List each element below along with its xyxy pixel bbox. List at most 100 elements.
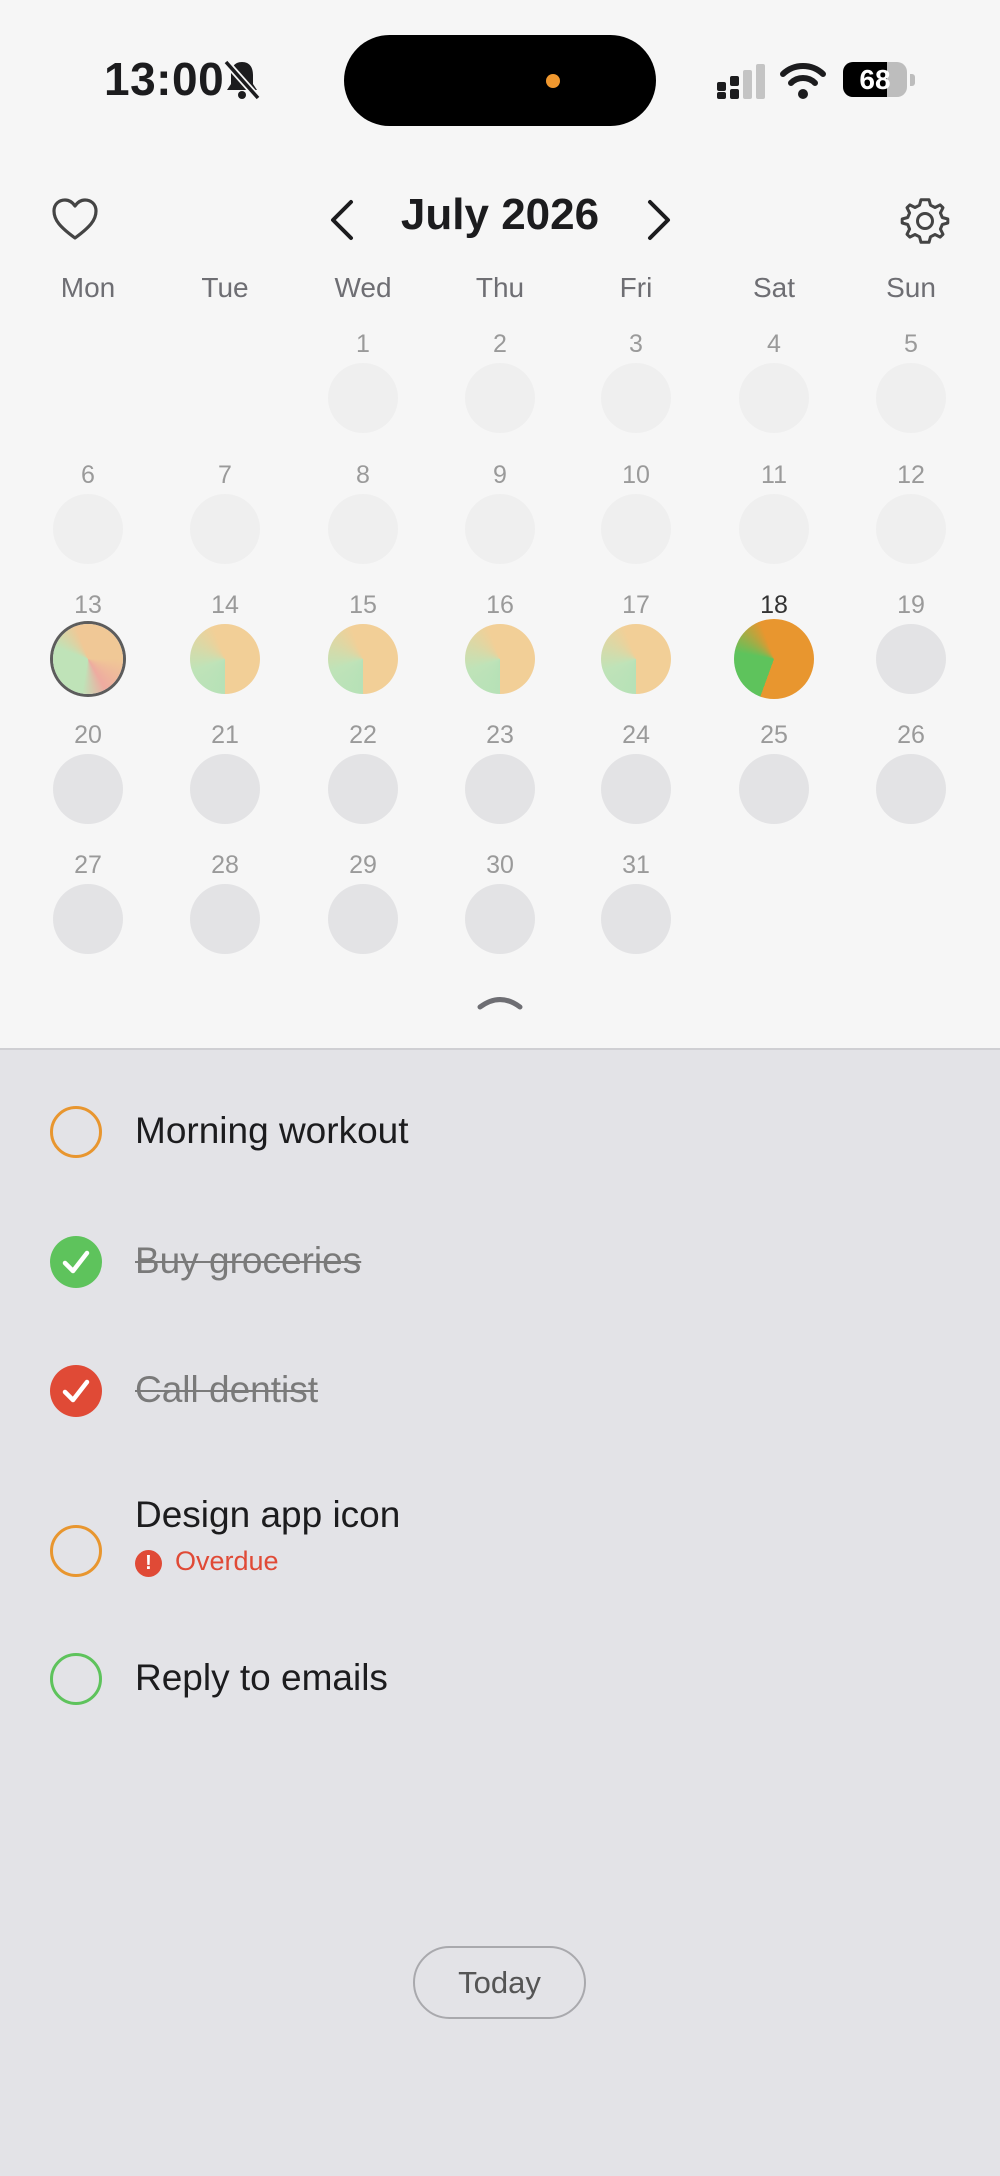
calendar-day-selected[interactable]: 18 xyxy=(724,591,824,711)
task-checkbox[interactable] xyxy=(50,1653,102,1705)
calendar-day[interactable]: 29 xyxy=(313,851,413,971)
calendar-day[interactable]: 17 xyxy=(586,591,686,711)
calendar-day[interactable]: 20 xyxy=(38,721,138,841)
calendar-day[interactable]: 10 xyxy=(586,461,686,581)
battery-percent: 68 xyxy=(859,64,891,95)
day-progress-circle xyxy=(465,624,535,694)
day-progress-circle xyxy=(601,624,671,694)
calendar-day[interactable]: 24 xyxy=(586,721,686,841)
task-item[interactable]: Buy groceries xyxy=(0,1220,1000,1320)
day-progress-circle xyxy=(601,363,671,433)
task-item[interactable]: Design app icon ! Overdue xyxy=(0,1494,1000,1620)
day-number: 17 xyxy=(622,591,650,619)
calendar-day[interactable]: 22 xyxy=(313,721,413,841)
task-checkbox[interactable] xyxy=(50,1525,102,1577)
weekday-label: Wed xyxy=(334,272,392,303)
day-number: 21 xyxy=(211,721,239,749)
checkmark-icon xyxy=(62,1250,90,1274)
task-item[interactable]: Call dentist xyxy=(0,1349,1000,1449)
calendar-day[interactable]: 28 xyxy=(175,851,275,971)
day-progress-circle xyxy=(465,754,535,824)
day-number: 8 xyxy=(356,461,370,489)
calendar-day[interactable]: 14 xyxy=(175,591,275,711)
day-progress-circle xyxy=(876,363,946,433)
weekday-label: Tue xyxy=(201,272,249,303)
day-number: 20 xyxy=(74,721,102,749)
exclamation-icon: ! xyxy=(135,1550,162,1577)
day-progress-circle xyxy=(328,754,398,824)
cellular-signal-icon xyxy=(717,64,765,99)
calendar-day[interactable]: 9 xyxy=(450,461,550,581)
calendar-day[interactable]: 21 xyxy=(175,721,275,841)
chevron-right-icon[interactable] xyxy=(642,198,676,242)
task-title: Reply to emails xyxy=(135,1657,388,1698)
day-number: 12 xyxy=(897,461,925,489)
calendar-day[interactable]: 30 xyxy=(450,851,550,971)
day-number: 14 xyxy=(211,591,239,619)
calendar-day[interactable]: 12 xyxy=(861,461,961,581)
calendar-day[interactable]: 4 xyxy=(724,330,824,450)
day-number: 7 xyxy=(218,461,232,489)
checkmark-icon xyxy=(62,1379,90,1403)
heart-icon[interactable] xyxy=(50,196,100,242)
day-number: 24 xyxy=(622,721,650,749)
day-progress-circle xyxy=(190,624,260,694)
day-progress-circle xyxy=(739,494,809,564)
calendar-day[interactable]: 31 xyxy=(586,851,686,971)
calendar-day[interactable]: 2 xyxy=(450,330,550,450)
task-title: Design app icon xyxy=(135,1494,401,1535)
day-number: 13 xyxy=(74,591,102,619)
day-progress-circle xyxy=(601,494,671,564)
calendar-day[interactable]: 19 xyxy=(861,591,961,711)
day-progress-circle xyxy=(739,363,809,433)
weekday-header: Mon Tue Wed Thu Fri Sat Sun xyxy=(0,272,1000,312)
collapse-handle-icon[interactable] xyxy=(476,990,524,1012)
today-button[interactable]: Today xyxy=(413,1946,586,2019)
status-time: 13:00 xyxy=(104,53,225,105)
day-number: 25 xyxy=(760,721,788,749)
day-number: 6 xyxy=(81,461,95,489)
calendar-day[interactable]: 15 xyxy=(313,591,413,711)
task-checkbox-checked[interactable] xyxy=(50,1236,102,1288)
day-progress-circle xyxy=(465,884,535,954)
calendar-day[interactable]: 7 xyxy=(175,461,275,581)
day-progress-circle xyxy=(876,754,946,824)
battery-indicator: 68 xyxy=(843,62,915,97)
day-number: 5 xyxy=(904,330,918,358)
day-progress-circle xyxy=(328,363,398,433)
chevron-left-icon[interactable] xyxy=(325,198,359,242)
day-progress-circle xyxy=(465,494,535,564)
calendar-day[interactable]: 6 xyxy=(38,461,138,581)
day-number: 15 xyxy=(349,591,377,619)
task-checkbox[interactable] xyxy=(50,1106,102,1158)
calendar-day[interactable]: 25 xyxy=(724,721,824,841)
calendar-day[interactable]: 5 xyxy=(861,330,961,450)
calendar-day[interactable]: 27 xyxy=(38,851,138,971)
day-progress-circle xyxy=(328,624,398,694)
calendar-day[interactable]: 3 xyxy=(586,330,686,450)
day-progress-circle xyxy=(734,619,814,699)
task-title: Morning workout xyxy=(135,1110,409,1151)
weekday-label: Fri xyxy=(619,272,653,303)
status-bar: 13:00 68 xyxy=(0,0,1000,160)
calendar-day[interactable]: 8 xyxy=(313,461,413,581)
day-progress-circle xyxy=(53,754,123,824)
weekday-label: Thu xyxy=(475,272,525,303)
calendar-day[interactable]: 26 xyxy=(861,721,961,841)
day-number: 28 xyxy=(211,851,239,879)
weekday-label: Sat xyxy=(752,272,796,303)
calendar-day[interactable]: 16 xyxy=(450,591,550,711)
day-progress-circle xyxy=(190,494,260,564)
day-progress-circle xyxy=(53,494,123,564)
calendar-day[interactable]: 11 xyxy=(724,461,824,581)
day-progress-circle xyxy=(876,624,946,694)
task-item[interactable]: Reply to emails xyxy=(0,1630,1000,1730)
day-number: 18 xyxy=(760,591,788,619)
calendar-day-today[interactable]: 13 xyxy=(38,591,138,711)
task-item[interactable]: Morning workout xyxy=(0,1090,1000,1190)
calendar-day[interactable]: 1 xyxy=(313,330,413,450)
task-title: Buy groceries xyxy=(135,1240,362,1281)
calendar-day[interactable]: 23 xyxy=(450,721,550,841)
task-checkbox-checked[interactable] xyxy=(50,1365,102,1417)
gear-icon[interactable] xyxy=(900,196,950,246)
